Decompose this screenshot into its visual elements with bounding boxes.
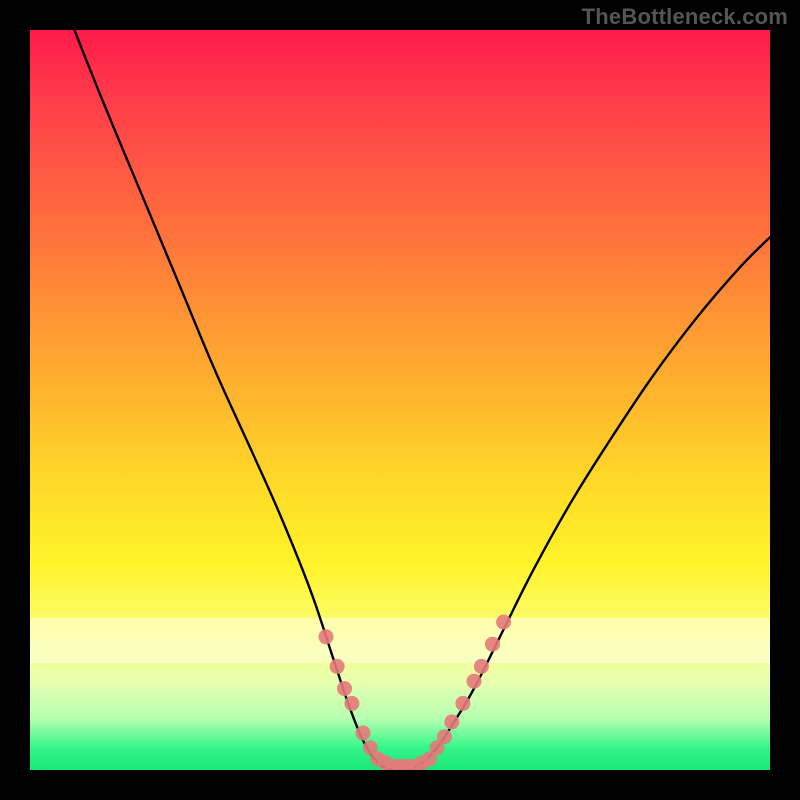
highlighted-points-group <box>319 615 512 771</box>
curve-svg <box>30 30 770 770</box>
marker-point <box>356 726 371 741</box>
marker-point <box>437 729 452 744</box>
watermark-text: TheBottleneck.com <box>582 4 788 30</box>
marker-point <box>496 615 511 630</box>
marker-point <box>467 674 482 689</box>
marker-point <box>319 629 334 644</box>
marker-point <box>455 696 470 711</box>
plot-area <box>30 30 770 770</box>
marker-point <box>330 659 345 674</box>
bottleneck-curve <box>74 30 770 770</box>
marker-point <box>444 714 459 729</box>
marker-point <box>485 637 500 652</box>
chart-frame: TheBottleneck.com <box>0 0 800 800</box>
marker-point <box>337 681 352 696</box>
marker-point <box>344 696 359 711</box>
marker-point <box>474 659 489 674</box>
